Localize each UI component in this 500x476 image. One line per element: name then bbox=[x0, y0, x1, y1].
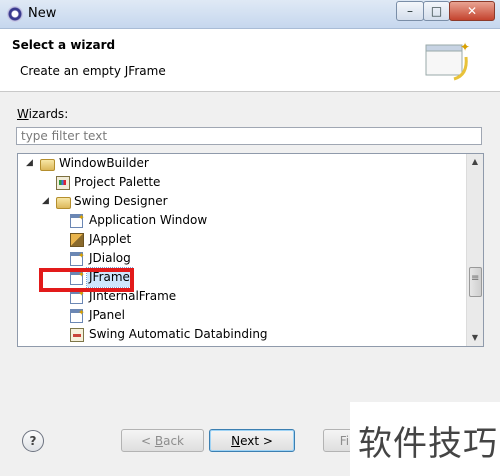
svg-text:✦: ✦ bbox=[460, 40, 470, 54]
frame-icon bbox=[70, 284, 85, 304]
title-bar: New – □ ✕ bbox=[0, 0, 500, 29]
frame-icon bbox=[70, 246, 85, 266]
watermark: 软件技巧 bbox=[350, 402, 500, 476]
help-icon[interactable]: ? bbox=[22, 430, 44, 452]
minimize-button[interactable]: – bbox=[396, 1, 424, 21]
tree-scrollbar[interactable]: ▲ ▼ bbox=[466, 154, 483, 346]
header-description: Create an empty JFrame bbox=[20, 64, 166, 78]
frame-icon bbox=[70, 208, 85, 228]
folder-icon bbox=[56, 197, 71, 209]
close-button[interactable]: ✕ bbox=[449, 1, 495, 21]
wizard-header: Select a wizard Create an empty JFrame ✦ bbox=[0, 29, 500, 92]
wizards-tree[interactable]: ◢ WindowBuilder Project Palette ◢ Swing … bbox=[17, 153, 484, 347]
scrollbar-thumb[interactable] bbox=[469, 267, 482, 297]
maximize-button[interactable]: □ bbox=[423, 1, 450, 21]
red-highlight-box bbox=[39, 268, 134, 292]
wizards-label: Wizards: bbox=[17, 107, 69, 121]
frame-icon bbox=[70, 303, 85, 323]
scroll-down-arrow-icon[interactable]: ▼ bbox=[467, 330, 483, 346]
watermark-text: 软件技巧 bbox=[358, 424, 498, 464]
next-button[interactable]: Next > bbox=[209, 429, 295, 452]
window-title: New bbox=[28, 6, 57, 21]
applet-icon bbox=[70, 233, 84, 247]
wizard-banner-icon: ✦ bbox=[425, 40, 470, 81]
palette-icon bbox=[56, 176, 70, 190]
scroll-up-arrow-icon[interactable]: ▲ bbox=[467, 154, 483, 170]
databinding-icon bbox=[70, 328, 84, 342]
folder-icon bbox=[40, 159, 55, 171]
eclipse-icon bbox=[7, 6, 23, 22]
back-button[interactable]: < Back bbox=[121, 429, 204, 452]
expanded-arrow-icon[interactable]: ◢ bbox=[26, 159, 35, 168]
header-title: Select a wizard bbox=[12, 38, 116, 52]
filter-input[interactable] bbox=[16, 127, 482, 145]
expanded-arrow-icon[interactable]: ◢ bbox=[42, 197, 51, 206]
